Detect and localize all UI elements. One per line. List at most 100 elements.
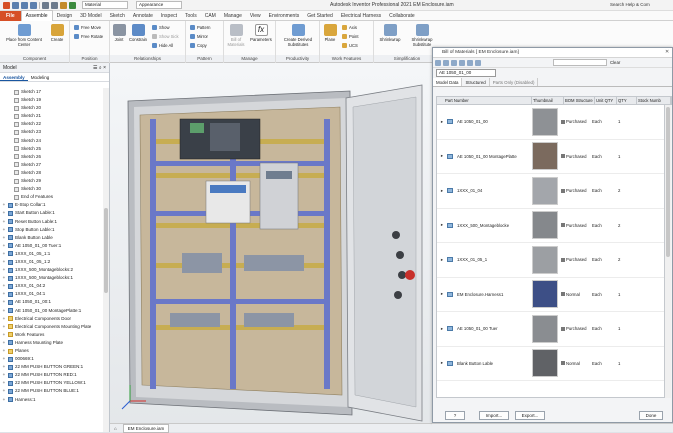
unit-qty-cell[interactable]: Each xyxy=(592,326,614,331)
tab-tools[interactable]: Tools xyxy=(181,11,201,21)
bom-structure-cell[interactable]: Normal xyxy=(561,361,592,366)
qty-cell[interactable]: 2 xyxy=(614,257,634,262)
tab-sketch[interactable]: Sketch xyxy=(106,11,129,21)
shrinkwrap-button[interactable]: Shrinkwrap xyxy=(376,24,404,42)
unit-qty-cell[interactable]: Each xyxy=(592,223,614,228)
col-unit-qty[interactable]: Unit QTY xyxy=(595,97,617,104)
part-number-cell[interactable]: AE 1050_01_00 MontagePlatte xyxy=(455,154,529,159)
tree-item[interactable]: +22 MM PUSH BUTTON RED:1 xyxy=(0,371,104,379)
unit-qty-cell[interactable]: Each xyxy=(592,119,614,124)
row-expand-icon[interactable]: ▸ xyxy=(437,360,447,366)
tree-item[interactable]: + Harness Mounting Plate xyxy=(0,339,104,347)
tree-item[interactable]: +1XXX_01_05_1:1 xyxy=(0,250,104,258)
joint-button[interactable]: Joint xyxy=(112,24,126,42)
tree-item[interactable]: End of Features xyxy=(0,193,104,201)
expand-icon[interactable]: + xyxy=(2,379,6,387)
col-qty[interactable]: QTY xyxy=(617,97,637,104)
export-icon[interactable] xyxy=(435,59,441,66)
tree-item[interactable]: + Start Button Lable:1 xyxy=(0,209,104,217)
expand-icon[interactable]: + xyxy=(2,250,6,258)
expand-icon[interactable]: + xyxy=(2,258,6,266)
bom-row[interactable]: ▸ Blank Button Lable Normal Each 1 xyxy=(437,347,664,381)
expand-icon[interactable]: + xyxy=(2,315,6,323)
bom-scrollbar[interactable] xyxy=(665,105,671,398)
row-expand-icon[interactable]: ▸ xyxy=(437,291,447,297)
browser-menu-icon[interactable]: ☰ ⌕ × xyxy=(93,63,106,72)
tree-item[interactable]: Sketch 25 xyxy=(0,145,104,153)
tree-item[interactable]: +1XXX_500_Montageblocks:2 xyxy=(0,266,104,274)
plane-button[interactable]: Plane xyxy=(322,24,338,42)
tree-item[interactable]: + Harness:1 xyxy=(0,396,104,404)
tree-item[interactable]: +22 MM PUSH BUTTON BLUE:1 xyxy=(0,387,104,395)
copy-icon[interactable] xyxy=(443,59,449,66)
tab-parts-only[interactable]: Parts Only (Disabled) xyxy=(490,78,539,86)
new-icon[interactable] xyxy=(12,1,19,9)
tab-structured[interactable]: Structured xyxy=(462,78,490,86)
tree-item[interactable]: Sketch 27 xyxy=(0,161,104,169)
tree-item[interactable]: Sketch 28 xyxy=(0,169,104,177)
hide-all-button[interactable]: Hide All xyxy=(152,42,173,49)
bom-structure-cell[interactable]: Normal xyxy=(561,292,592,297)
redo-icon[interactable] xyxy=(51,1,58,9)
graphics-window[interactable] xyxy=(110,63,432,423)
tree-item[interactable]: + Electrical Components Mounting Plate xyxy=(0,323,104,331)
col-stock-number[interactable]: Stock Numb xyxy=(637,97,671,104)
free-move-button[interactable]: Free Move xyxy=(74,24,101,31)
tab-electrical-harness[interactable]: Electrical Harness xyxy=(337,11,385,21)
expand-icon[interactable]: + xyxy=(2,226,6,234)
unit-qty-cell[interactable]: Each xyxy=(592,188,614,193)
tree-item[interactable]: +22 MM PUSH BUTTON YELLOW:1 xyxy=(0,379,104,387)
save-icon[interactable] xyxy=(30,1,37,9)
bom-row[interactable]: ▸ EM Enclosure.Harness1 Normal Each 1 xyxy=(437,278,664,312)
expand-icon[interactable]: + xyxy=(2,307,6,315)
bom-scroll-thumb[interactable] xyxy=(666,107,670,257)
tab-manage[interactable]: Manage xyxy=(220,11,246,21)
tree-item[interactable]: + Blank Button Lable xyxy=(0,234,104,242)
tree-item[interactable]: + Work Features xyxy=(0,331,104,339)
tree-item[interactable]: + E-Stop Collar:1 xyxy=(0,201,104,209)
row-expand-icon[interactable]: ▸ xyxy=(437,153,447,159)
tree-item[interactable]: Sketch 22 xyxy=(0,120,104,128)
expand-icon[interactable]: + xyxy=(2,266,6,274)
sort-icon[interactable] xyxy=(467,59,473,66)
unit-qty-cell[interactable]: Each xyxy=(592,154,614,159)
bom-structure-cell[interactable]: Purchased xyxy=(561,154,592,159)
expand-icon[interactable]: + xyxy=(2,234,6,242)
qty-cell[interactable]: 1 xyxy=(614,119,634,124)
help-search[interactable]: Search Help & Com xyxy=(610,1,670,9)
bom-search-input[interactable] xyxy=(553,59,607,66)
tree-item[interactable]: Sketch 26 xyxy=(0,153,104,161)
import-button[interactable]: Import... xyxy=(479,410,509,420)
expand-icon[interactable]: + xyxy=(2,371,6,379)
tab-view[interactable]: View xyxy=(246,11,265,21)
row-expand-icon[interactable]: ▸ xyxy=(437,326,447,332)
tree-item[interactable]: + Stop Button Lable:1 xyxy=(0,226,104,234)
unit-qty-cell[interactable]: Each xyxy=(592,292,614,297)
doc-tab-em-enclosure[interactable]: EM Enclosure.iam xyxy=(122,423,170,433)
row-expand-icon[interactable]: ▸ xyxy=(437,119,447,125)
unit-qty-cell[interactable]: Each xyxy=(592,257,614,262)
tree-item[interactable]: +1XXX_01_05_1:2 xyxy=(0,258,104,266)
part-number-cell[interactable]: 1XXX_500_Montageblocke xyxy=(455,223,529,228)
tab-assemble[interactable]: Assemble xyxy=(20,10,53,21)
update-icon[interactable] xyxy=(69,1,76,9)
expand-icon[interactable]: + xyxy=(2,282,6,290)
tree-item[interactable]: + Planes xyxy=(0,347,104,355)
bom-row[interactable]: ▸ 1XXX_500_Montageblocke Purchased Each 2 xyxy=(437,209,664,243)
tab-inspect[interactable]: Inspect xyxy=(157,11,181,21)
create-derived-substitutes-button[interactable]: Create Derived Substitutes xyxy=(278,24,318,47)
qty-cell[interactable]: 1 xyxy=(614,326,634,331)
tab-collaborate[interactable]: Collaborate xyxy=(385,11,419,21)
tree-item[interactable]: +22 MM PUSH BUTTON GREEN:1 xyxy=(0,363,104,371)
expand-icon[interactable]: + xyxy=(2,290,6,298)
close-icon[interactable]: ✕ xyxy=(665,48,669,58)
qty-cell[interactable]: 2 xyxy=(614,223,634,228)
tab-file[interactable]: File xyxy=(0,10,21,21)
ucs-button[interactable]: UCS xyxy=(342,42,358,49)
shrinkwrap-substitute-button[interactable]: Shrinkwrap Substitute xyxy=(406,24,438,47)
expand-icon[interactable]: + xyxy=(2,209,6,217)
tab-annotate[interactable]: Annotate xyxy=(129,11,157,21)
row-expand-icon[interactable]: ▸ xyxy=(437,257,447,263)
tree-item[interactable]: Sketch 23 xyxy=(0,128,104,136)
place-from-content-center-button[interactable]: Place from Content Center xyxy=(4,24,44,47)
